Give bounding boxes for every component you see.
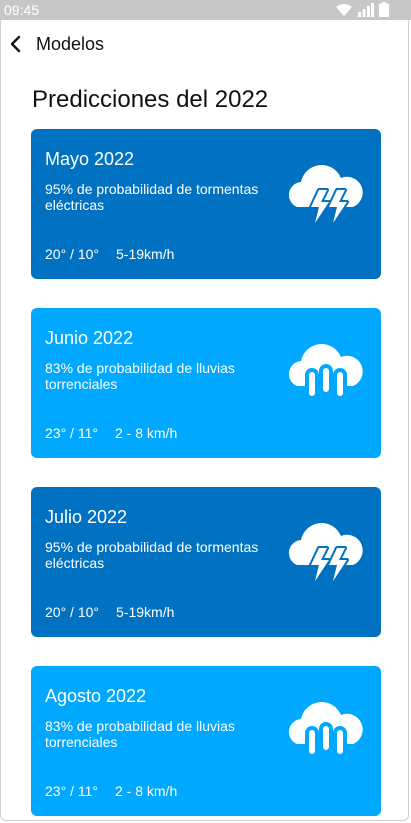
card-temperature: 20° / 10° xyxy=(45,246,100,262)
card-wind: 2 - 8 km/h xyxy=(114,783,178,799)
signal-icon xyxy=(358,3,374,17)
card-stats: 20° / 10° 5-19km/h xyxy=(45,604,174,620)
card-wind: 5-19km/h xyxy=(116,604,175,620)
back-label[interactable]: Modelos xyxy=(36,34,104,55)
card-stats: 20° / 10° 5-19km/h xyxy=(45,246,174,262)
storm-cloud-icon xyxy=(288,523,363,583)
card-temperature: 23° / 11° xyxy=(45,425,98,441)
card-description: 83% de probabilidad de lluvias torrencia… xyxy=(45,360,235,392)
status-bar: 09:45 xyxy=(0,0,411,20)
rain-cloud-icon xyxy=(288,344,363,400)
card-month: Julio 2022 xyxy=(45,507,128,527)
card-description: 83% de probabilidad de lluvias torrencia… xyxy=(45,718,235,750)
card-description: 95% de probabilidad de tormentas eléctri… xyxy=(45,181,259,213)
wifi-icon xyxy=(336,4,352,16)
page-title: Predicciones del 2022 xyxy=(32,86,269,113)
storm-cloud-icon xyxy=(288,165,363,225)
battery-icon xyxy=(379,2,389,17)
forecast-card-june[interactable]: Junio 2022 83% de probabilidad de lluvia… xyxy=(31,308,381,458)
card-stats: 23° / 11° 2 - 8 km/h xyxy=(45,425,177,441)
rain-cloud-icon xyxy=(288,702,363,758)
card-description: 95% de probabilidad de tormentas eléctri… xyxy=(45,539,259,571)
card-month: Junio 2022 xyxy=(45,328,134,348)
top-app-bar: Modelos xyxy=(0,24,411,64)
card-stats: 23° / 11° 2 - 8 km/h xyxy=(45,783,177,799)
card-month: Mayo 2022 xyxy=(45,149,135,169)
card-wind: 5-19km/h xyxy=(116,246,175,262)
card-temperature: 23° / 11° xyxy=(45,783,98,799)
status-time: 09:45 xyxy=(4,2,40,18)
forecast-card-august[interactable]: Agosto 2022 83% de probabilidad de lluvi… xyxy=(31,666,381,816)
back-arrow-icon[interactable] xyxy=(6,32,26,56)
card-month: Agosto 2022 xyxy=(45,686,147,706)
status-icons xyxy=(335,2,389,17)
card-temperature: 20° / 10° xyxy=(45,604,100,620)
card-wind: 2 - 8 km/h xyxy=(114,425,178,441)
forecast-card-july[interactable]: Julio 2022 95% de probabilidad de tormen… xyxy=(31,487,381,637)
forecast-card-may[interactable]: Mayo 2022 95% de probabilidad de torment… xyxy=(31,129,381,279)
